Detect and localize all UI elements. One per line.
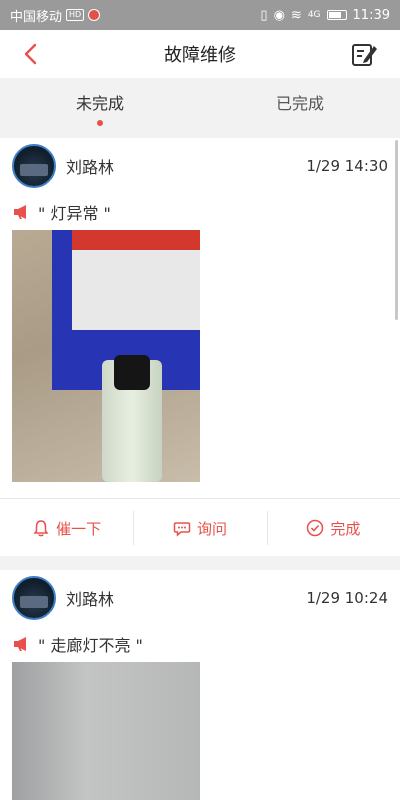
- timestamp: 1/29 10:24: [306, 589, 388, 607]
- repair-card[interactable]: 刘路林 1/29 14:30 " 灯异常 " 催一下 询问 完成: [0, 138, 400, 556]
- issue-photo[interactable]: [12, 230, 200, 482]
- edit-note-icon[interactable]: [350, 40, 378, 68]
- bell-icon: [33, 520, 49, 537]
- user-name: 刘路林: [66, 590, 115, 609]
- signal-icon: 4G: [307, 10, 321, 20]
- tab-completed[interactable]: 已完成: [200, 78, 400, 134]
- tab-completed-label: 已完成: [275, 94, 324, 113]
- carrier-name: 中国移动: [10, 9, 63, 25]
- repair-card[interactable]: 刘路林 1/29 10:24 " 走廊灯不亮 ": [0, 570, 400, 800]
- card-header: 刘路林 1/29 14:30: [0, 138, 400, 194]
- issue-text: " 灯异常 ": [38, 204, 111, 223]
- card-actions: 催一下 询问 完成: [0, 499, 400, 557]
- eye-icon: ◉: [273, 7, 285, 23]
- issue-description: " 走廊灯不亮 ": [0, 626, 400, 662]
- remind-label: 催一下: [56, 519, 102, 538]
- complete-button[interactable]: 完成: [266, 499, 400, 557]
- tab-incomplete-label: 未完成: [75, 94, 124, 113]
- complete-label: 完成: [330, 519, 361, 538]
- chevron-left-icon[interactable]: [20, 42, 44, 66]
- timestamp: 1/29 14:30: [306, 157, 388, 175]
- active-tab-indicator: [97, 120, 103, 126]
- tab-bar: 未完成 已完成: [0, 78, 400, 134]
- page-title: 故障维修: [164, 45, 236, 66]
- issue-description: " 灯异常 ": [0, 194, 400, 230]
- issue-photo[interactable]: [12, 662, 200, 800]
- avatar: [12, 144, 56, 188]
- inquire-button[interactable]: 询问: [133, 499, 266, 557]
- issue-text: " 走廊灯不亮 ": [38, 636, 143, 655]
- vibrate-icon: ▯: [260, 7, 268, 23]
- inquire-label: 询问: [196, 519, 227, 538]
- user-name: 刘路林: [66, 158, 115, 177]
- tab-incomplete[interactable]: 未完成: [0, 78, 200, 134]
- nav-bar: 故障维修: [0, 30, 400, 78]
- clock: 11:39: [352, 7, 390, 23]
- card-header: 刘路林 1/29 10:24: [0, 570, 400, 626]
- hd-badge: HD: [66, 9, 85, 21]
- notification-icon: [88, 9, 101, 21]
- photo-bottle-cap: [114, 355, 150, 390]
- wifi-icon: ≋: [290, 7, 302, 23]
- scrollbar[interactable]: [395, 140, 398, 320]
- remind-button[interactable]: 催一下: [0, 499, 133, 557]
- status-bar: 中国移动 HD ▯ ◉ ≋ 4G 11:39: [0, 0, 400, 30]
- megaphone-icon: [14, 205, 26, 219]
- check-circle-icon: [307, 519, 324, 537]
- chat-bubble-icon: [173, 522, 191, 537]
- megaphone-icon: [14, 637, 26, 651]
- battery-icon: [326, 10, 347, 20]
- avatar: [12, 576, 56, 620]
